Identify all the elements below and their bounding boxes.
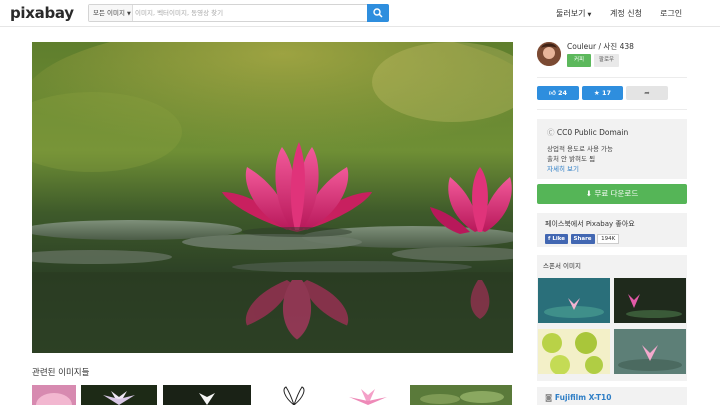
thumbnail-image	[163, 385, 251, 405]
avatar[interactable]	[537, 42, 561, 66]
sponsor-images-title: 스폰서 이미지	[543, 262, 581, 270]
thumbnail-image	[81, 385, 157, 405]
license-details-link[interactable]: 자세히 보기	[547, 164, 677, 174]
related-thumbnail[interactable]	[410, 385, 512, 405]
related-thumbnail[interactable]	[32, 385, 76, 405]
search-input[interactable]	[135, 6, 365, 20]
chevron-down-icon: ▼	[126, 11, 131, 17]
sponsor-thumbnail	[538, 329, 610, 374]
license-line: 출처 안 밝혀도 됨	[547, 155, 596, 163]
nav-explore[interactable]: 둘러보기 ▼	[556, 8, 591, 19]
related-thumbnail[interactable]	[268, 385, 320, 405]
license-box: Ⓒ CC0 Public Domain 상업적 용도로 사용 가능 출처 안 밝…	[537, 119, 687, 179]
camera-icon: ◙	[545, 393, 555, 402]
sponsor-image[interactable]	[538, 329, 610, 374]
free-download-button[interactable]: ⬇ 무료 다운로드	[537, 184, 687, 204]
sponsor-thumbnail	[614, 329, 686, 374]
thumbnail-image	[268, 385, 320, 405]
water-lily-photo	[32, 42, 513, 353]
facebook-like-title: 페이스북에서 Pixabay 좋아요	[545, 220, 635, 228]
nav-login[interactable]: 로그인	[660, 8, 682, 19]
divider	[537, 109, 687, 110]
main-photo[interactable]	[32, 42, 513, 353]
facebook-like-box: 페이스북에서 Pixabay 좋아요 f Like Share 194K	[537, 213, 687, 247]
facebook-share-button[interactable]: Share	[570, 234, 595, 244]
license-title: Ⓒ CC0 Public Domain	[547, 128, 629, 137]
share-arrow-icon: ➦	[644, 89, 650, 97]
user-name-photos[interactable]: Couleur / 사진 438	[567, 41, 634, 52]
thumbnail-image	[410, 385, 512, 405]
search-button[interactable]	[367, 4, 389, 22]
cc-icon: Ⓒ	[547, 128, 557, 137]
search-icon	[373, 8, 383, 18]
pixabay-logo[interactable]: pixabay	[10, 4, 74, 22]
sponsor-image[interactable]	[614, 329, 686, 374]
sponsor-thumbnail	[538, 278, 610, 323]
star-icon: ★	[593, 89, 603, 97]
related-thumbnail[interactable]	[163, 385, 251, 405]
follow-button[interactable]: 팔로우	[594, 54, 619, 67]
like-count: 24	[558, 89, 568, 97]
chevron-down-icon: ▼	[587, 12, 592, 18]
coffee-button[interactable]: 커피	[567, 54, 591, 67]
like-button[interactable]: 👍︎ 24	[537, 86, 579, 100]
camera-info[interactable]: ◙ Fujifilm X-T10	[537, 387, 687, 405]
search-category-dropdown[interactable]: 모든 이미지 ▼	[89, 5, 133, 21]
license-line: 상업적 용도로 사용 가능	[547, 145, 613, 153]
divider	[537, 77, 687, 78]
related-images-title: 관련된 이미지들	[32, 368, 90, 378]
related-thumbnail[interactable]	[335, 385, 401, 405]
sponsor-images-box: 스폰서 이미지	[537, 255, 687, 381]
search-bar: 모든 이미지 ▼	[88, 4, 389, 22]
thumbs-up-icon: 👍︎	[548, 89, 558, 97]
user-avatar-image	[537, 42, 561, 66]
sponsor-thumbnail	[614, 278, 686, 323]
share-button[interactable]: ➦	[626, 86, 668, 100]
favorite-count: 17	[602, 89, 612, 97]
facebook-like-count: 194K	[597, 234, 620, 244]
nav-signup[interactable]: 계정 신청	[610, 8, 642, 19]
sponsor-image[interactable]	[614, 278, 686, 323]
top-header: pixabay 모든 이미지▼ 둘러보기▼ 계정 신청 로그인	[0, 0, 720, 27]
thumbnail-image	[335, 385, 401, 405]
thumbnail-image	[32, 385, 76, 405]
related-thumbnail[interactable]	[81, 385, 157, 405]
favorite-button[interactable]: ★ 17	[582, 86, 623, 100]
search-category-label: 모든 이미지	[93, 9, 125, 17]
facebook-like-button[interactable]: f Like	[545, 234, 568, 244]
sponsor-image[interactable]	[538, 278, 610, 323]
